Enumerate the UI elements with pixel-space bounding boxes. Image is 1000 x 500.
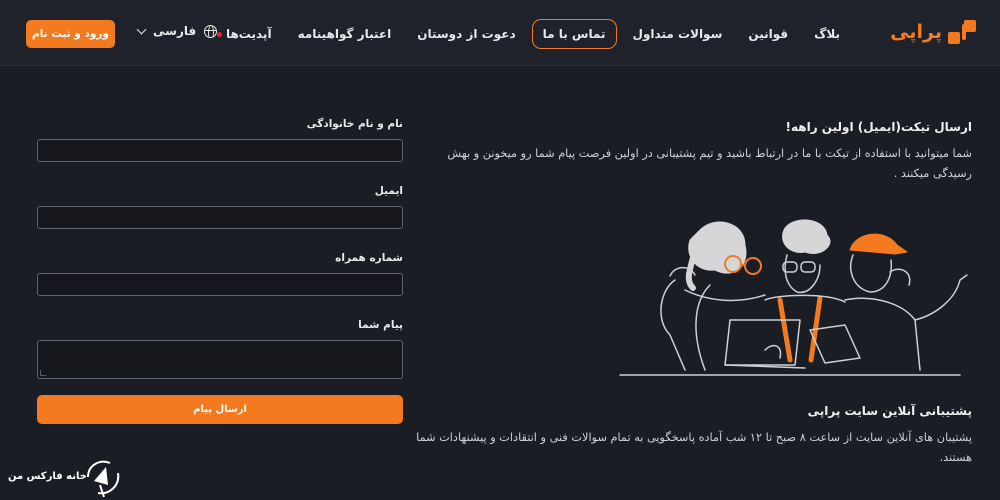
language-label: فارسی [153, 24, 197, 38]
email-input[interactable] [37, 206, 403, 229]
login-register-button[interactable]: ورود و ثبت نام [26, 20, 115, 48]
watermark-text: خانه فارکس من [8, 471, 87, 482]
online-support-title: پشتیبانی آنلاین سایت پراپی [807, 404, 972, 418]
full-name-input[interactable] [37, 139, 403, 162]
globe-icon [204, 24, 218, 38]
resize-grip-icon[interactable] [40, 370, 46, 376]
language-selector[interactable]: فارسی [136, 24, 218, 38]
logo-mark-icon [948, 20, 976, 44]
contact-form: نام و نام خانوادگی ایمیل شماره همراه پیا… [37, 118, 403, 424]
send-message-button[interactable]: ارسال پیام [37, 395, 403, 424]
nav-faq[interactable]: سوالات متداول [623, 20, 733, 48]
ticket-description: شما میتوانید با استفاده از تیکت با ما در… [447, 147, 972, 180]
nav-invite[interactable]: دعوت از دوستان [407, 20, 525, 48]
phone-input[interactable] [37, 273, 403, 296]
online-support-section: پشتیبانی آنلاین سایت پراپی پشتیبان های آ… [412, 404, 972, 468]
message-textarea[interactable] [37, 340, 403, 379]
notification-dot-icon [216, 32, 222, 37]
top-navbar: پراپی بلاگ قوانین سوالات متداول تماس با … [0, 0, 1000, 66]
nav-blog[interactable]: بلاگ [804, 20, 850, 48]
online-support-description: پشتیبان های آنلاین سایت از ساعت ۸ صبح تا… [416, 431, 972, 464]
nav-updates[interactable]: آپدیت‌ها [207, 20, 282, 48]
nav-contact[interactable]: تماس با ما [531, 19, 617, 49]
email-label: ایمیل [374, 185, 403, 197]
support-team-illustration [619, 219, 968, 376]
message-label: پیام شما [358, 319, 403, 331]
nav-updates-label: آپدیت‌ها [225, 27, 272, 41]
phone-label: شماره همراه [335, 252, 403, 264]
ticket-title: ارسال تیکت(ایمیل) اولین راهه! [785, 120, 972, 134]
ticket-section: ارسال تیکت(ایمیل) اولین راهه! شما میتوان… [412, 120, 972, 184]
main-nav: بلاگ قوانین سوالات متداول تماس با ما دعو… [201, 18, 850, 50]
full-name-label: نام و نام خانوادگی [306, 118, 403, 130]
site-logo[interactable]: پراپی [890, 18, 976, 46]
logo-text: پراپی [890, 21, 942, 43]
chevron-down-icon [136, 24, 147, 34]
watermark: خانه فارکس من [8, 455, 126, 499]
nav-rules[interactable]: قوانین [738, 20, 798, 48]
nav-certificate[interactable]: اعتبار گواهینامه [288, 20, 402, 48]
